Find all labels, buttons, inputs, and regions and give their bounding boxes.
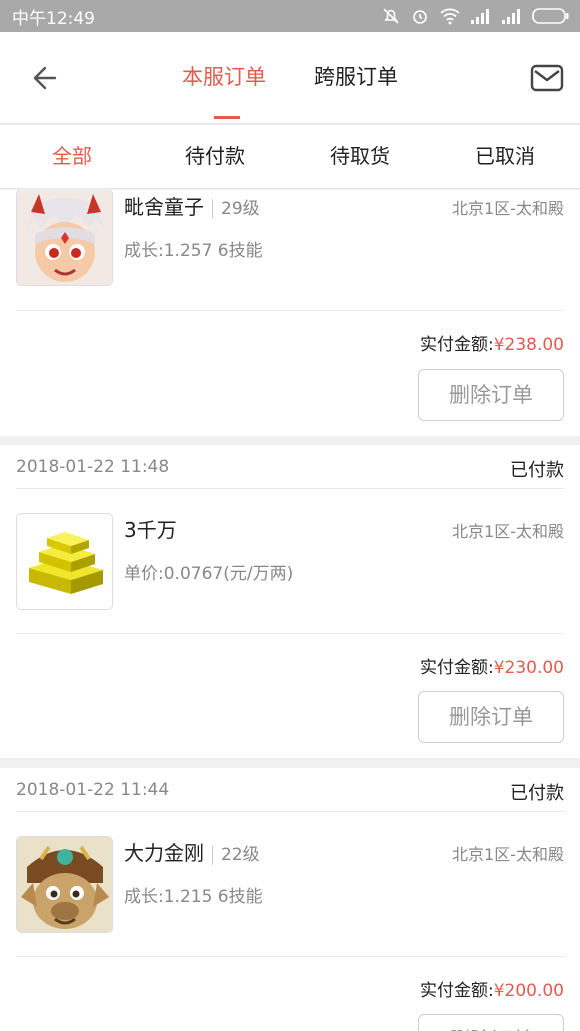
back-button[interactable] [28,62,60,94]
filter-cancelled[interactable]: 已取消 [475,142,535,170]
item-server: 北京1区-太和殿 [452,845,564,864]
delete-order-button[interactable]: 删除订单 [418,691,564,743]
item-name: 毗舍童子 [124,195,204,219]
mail-icon [530,64,564,92]
item-server: 北京1区-太和殿 [452,199,564,218]
order-time: 2018-01-22 11:48 [16,457,170,477]
delete-order-button[interactable]: 删除订单 [418,1014,564,1031]
item-level: 22级 [212,845,260,865]
filter-pending-payment[interactable]: 待付款 [185,142,245,170]
order-time: 2018-01-22 11:44 [16,780,170,800]
tab-local-orders[interactable]: 本服订单 [182,62,266,92]
order-list[interactable]: 毗舍童子 29级 北京1区-太和殿 成长:1.257 6技能 实付金额:¥238.… [0,190,580,1031]
item-name-row: 毗舍童子 29级 [124,191,260,220]
item-thumbnail [16,836,113,933]
item-name: 大力金刚 [124,841,204,865]
order-card: 毗舍童子 29级 北京1区-太和殿 成长:1.257 6技能 实付金额:¥238.… [0,190,580,436]
active-tab-indicator [214,116,240,119]
item-detail: 成长:1.257 6技能 [124,241,263,261]
order-status: 已付款 [510,783,564,804]
paid-amount-label: 实付金额: [419,335,494,355]
item-detail: 成长:1.215 6技能 [124,887,263,907]
paid-amount-row: 实付金额:¥200.00 [420,976,564,1001]
signal-icon [502,9,520,24]
back-arrow-icon [33,66,57,90]
alarm-icon [413,10,427,24]
mute-icon [383,8,399,24]
filter-pending-pickup[interactable]: 待取货 [330,142,390,170]
nav-bar: 本服订单 跨服订单 [0,32,580,124]
item-server: 北京1区-太和殿 [452,522,564,541]
pet-character-icon [17,837,112,932]
divider [16,310,564,311]
paid-amount-value: ¥200.00 [493,981,564,1001]
item-thumbnail [16,513,113,610]
order-header: 2018-01-22 11:44 已付款 [16,768,564,812]
status-time: 中午12:49 [12,8,95,29]
order-status: 已付款 [510,460,564,481]
paid-amount-value: ¥238.00 [493,335,564,355]
divider [16,633,564,634]
item-level: 29级 [212,199,260,219]
signal-icon [471,9,489,24]
gold-bars-icon [17,514,112,609]
order-filter-bar: 全部 待付款 待取货 已取消 [0,125,580,189]
item-detail: 单价:0.0767(元/万两) [124,564,294,584]
paid-amount-label: 实付金额: [419,658,494,678]
order-card: 2018-01-22 11:48 已付款 3千万 北京1区-太和殿 单价:0.0… [0,445,580,758]
status-icons [381,6,570,26]
order-header: 2018-01-22 11:48 已付款 [16,445,564,489]
tab-cross-server-orders[interactable]: 跨服订单 [314,62,398,92]
paid-amount-row: 实付金额:¥230.00 [420,653,564,678]
paid-amount-row: 实付金额:¥238.00 [420,330,564,355]
message-button[interactable] [530,64,564,92]
item-name-row: 3千万 [124,514,177,543]
divider [16,956,564,957]
wifi-icon [440,8,460,25]
pet-character-icon [17,190,112,285]
order-card: 2018-01-22 11:44 已付款 大力金刚 22级 北京1区-太和殿 成长… [0,768,580,1031]
delete-order-button[interactable]: 删除订单 [418,369,564,421]
battery-icon [532,8,569,24]
item-name: 3千万 [124,518,177,542]
item-name-row: 大力金刚 22级 [124,837,260,866]
item-thumbnail [16,190,113,286]
status-bar: 中午12:49 [0,0,580,32]
paid-amount-value: ¥230.00 [493,658,564,678]
paid-amount-label: 实付金额: [419,981,494,1001]
filter-all[interactable]: 全部 [52,142,92,170]
